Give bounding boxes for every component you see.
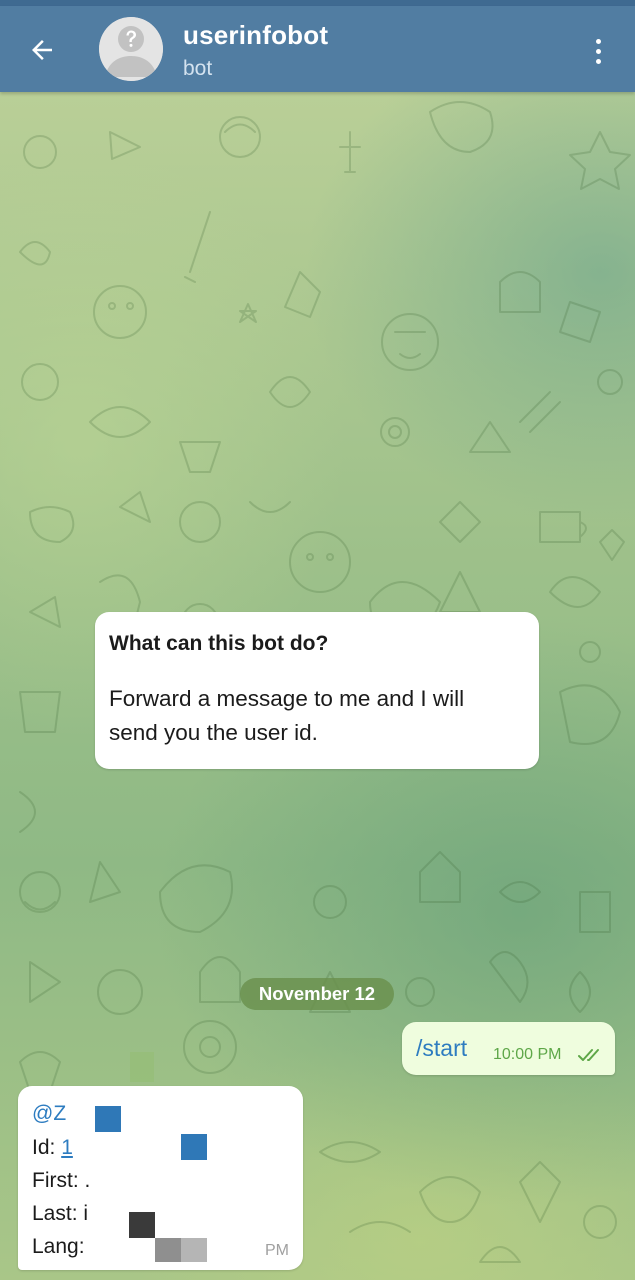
bot-description-card: What can this bot do? Forward a message …: [95, 612, 539, 769]
default-avatar-icon: [99, 17, 163, 81]
reply-message-time: PM: [265, 1242, 289, 1259]
id-value-link[interactable]: 1: [61, 1136, 73, 1159]
more-options-button[interactable]: [580, 31, 616, 71]
arrow-left-icon: [32, 40, 52, 60]
reply-id-line: Id: 1: [32, 1136, 73, 1160]
redaction-block: [129, 1212, 155, 1238]
double-check-icon: [578, 1049, 599, 1061]
bot-description-line-2: send you the user id.: [109, 720, 318, 745]
bot-description-text: Forward a message to me and I will send …: [109, 682, 525, 750]
redaction-block: [155, 1238, 181, 1262]
reply-last-line: Last: i: [32, 1202, 89, 1225]
bot-description-line-1: Forward a message to me and I will: [109, 686, 465, 711]
username-link[interactable]: @Z: [32, 1102, 66, 1125]
reply-lang-line: Lang:: [32, 1235, 85, 1258]
outgoing-message[interactable]: /start 10:00 PM: [402, 1022, 615, 1075]
back-button[interactable]: [20, 28, 64, 72]
reply-username: @Z: [32, 1102, 66, 1126]
chat-background: What can this bot do? Forward a message …: [0, 92, 635, 1280]
redaction-block: [95, 1106, 121, 1132]
bot-description-title: What can this bot do?: [109, 632, 329, 655]
chat-subtitle: bot: [183, 57, 213, 80]
date-separator: November 12: [240, 978, 394, 1010]
redaction-block: [181, 1134, 207, 1160]
chat-title[interactable]: userinfobot: [183, 20, 328, 51]
reply-first-line: First: .: [32, 1169, 91, 1192]
redaction-block: [130, 1052, 154, 1082]
redaction-block: [181, 1238, 207, 1262]
outgoing-message-time: 10:00 PM: [493, 1046, 562, 1063]
bot-avatar[interactable]: [99, 17, 163, 81]
id-label: Id:: [32, 1136, 62, 1159]
bot-reply-message[interactable]: @Z Id: 1 First: . Last: i Lang: PM: [18, 1086, 303, 1270]
more-vertical-icon: [595, 38, 601, 44]
chat-header: userinfobot bot: [0, 6, 635, 92]
start-command-link[interactable]: /start: [416, 1035, 467, 1062]
